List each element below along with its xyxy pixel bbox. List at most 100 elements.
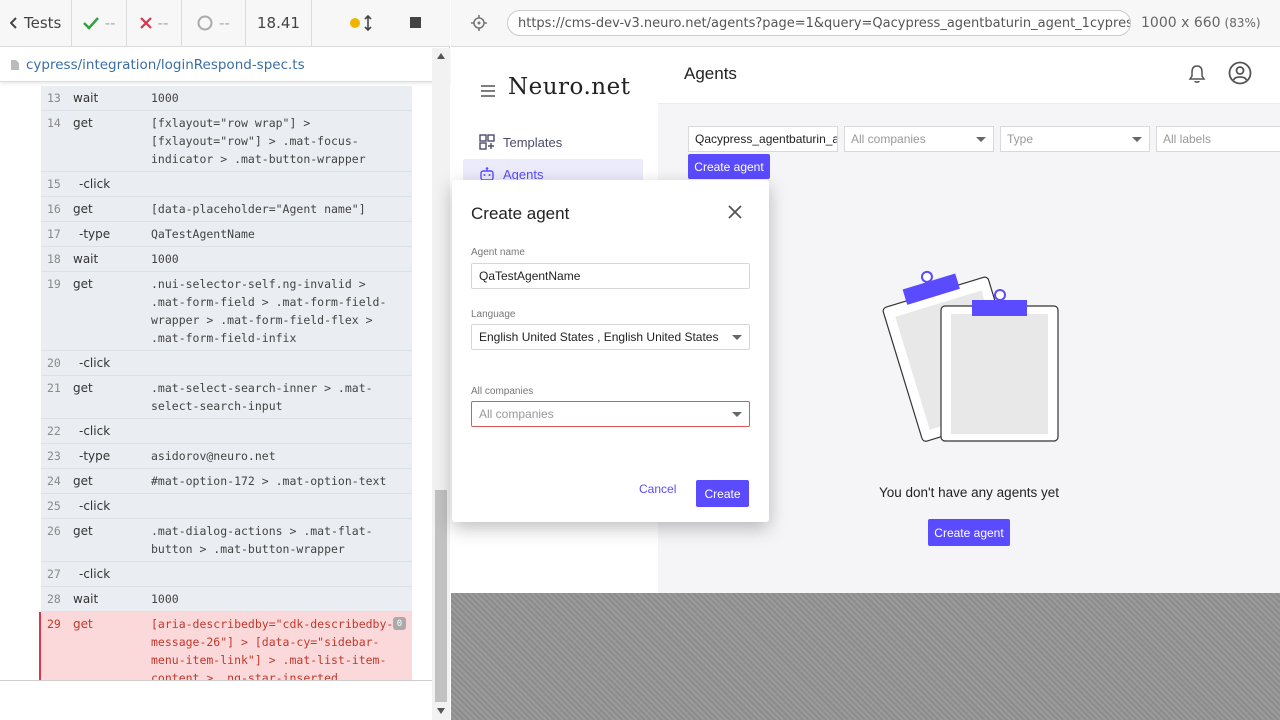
spec-file-path[interactable]: cypress/integration/loginRespond-spec.ts [0,48,450,82]
command-name: get [73,202,93,216]
reporter-header: Tests -- -- -- 18.41 [0,0,450,47]
command-row[interactable]: 26 get .mat-dialog-actions > .mat-flat-but… [41,519,412,562]
language-select[interactable]: English United States , English United S… [471,324,750,350]
command-name: -click [79,177,111,191]
command-row[interactable]: 22 -click [41,419,412,444]
command-number: 13 [47,91,61,105]
chevron-down-icon [732,412,742,417]
command-row[interactable]: 20 -click [41,351,412,376]
command-row[interactable]: 28 wait 1000 [41,587,412,612]
command-name: wait [73,91,99,105]
file-icon [11,59,19,70]
command-message: 1000 [151,252,179,266]
url-bar[interactable]: https://cms-dev-v3.neuro.net/agents?page… [507,10,1131,36]
logo: Neuro.net [508,74,631,100]
command-number: 14 [47,116,61,130]
x-icon [139,17,152,29]
app-topbar: Agents [658,48,1280,104]
command-number: 29 [47,617,61,631]
command-name: get [73,277,93,291]
command-message: #mat-option-172 > .mat-option-text [151,474,387,488]
create-agent-dialog: Create agent Agent name QaTestAgentName … [452,180,769,522]
command-message: 1000 [151,592,179,606]
companies-select[interactable]: All companies [471,401,750,427]
error-count-badge: 0 [393,617,406,630]
command-row[interactable]: 27 -click [41,562,412,587]
close-icon[interactable] [728,205,742,219]
agent-name-input[interactable]: QaTestAgentName [471,263,750,289]
command-message: 1000 [151,91,179,105]
companies-label: All companies [471,386,534,397]
command-name: -click [79,356,111,370]
command-row[interactable]: 21 get .mat-select-search-inner > .mat-sel… [41,376,412,419]
chevron-down-icon [1132,137,1142,142]
chevron-down-icon [732,335,742,340]
labels-select[interactable]: All labels [1156,126,1280,152]
create-agent-button[interactable]: Create agent [688,154,770,179]
scroll-up-icon [437,53,445,59]
command-number: 27 [47,567,61,581]
menu-icon[interactable] [481,85,495,97]
sidebar-item-label: Templates [503,134,563,150]
command-name: get [73,524,93,538]
command-name: -click [79,567,111,581]
reporter-scrollbar[interactable] [432,48,450,720]
command-row[interactable]: 15 -click [41,172,412,197]
labels-select-label: All labels [1163,132,1212,146]
command-message: [aria-describedby="cdk-describedby-messa… [151,617,394,680]
type-select-label: Type [1007,132,1034,146]
command-row[interactable]: 14 get [fxlayout="row wrap"] > [fxlayout="… [41,111,412,172]
companies-select[interactable]: All companies [844,126,994,152]
reporter-controls [312,0,450,47]
type-select[interactable]: Type [1000,126,1150,152]
create-agent-empty-button[interactable]: Create agent [928,519,1010,546]
command-row[interactable]: 25 -click [41,494,412,519]
companies-placeholder: All companies [479,407,554,421]
command-name: -type [79,227,111,241]
clipboard-illustration-icon [882,270,1059,442]
failed-stat: -- [127,0,182,47]
passed-stat: -- [72,0,127,47]
aut-header: https://cms-dev-v3.neuro.net/agents?page… [451,0,1280,47]
command-row[interactable]: 16 get [data-placeholder="Agent name"] [41,197,412,222]
command-list: 13 wait 1000 14 get [fxlayout="row wrap"] > [… [39,86,412,680]
scroll-thumb[interactable] [435,490,447,702]
scroll-down-icon [437,708,445,714]
account-icon[interactable] [1228,61,1252,85]
cancel-button[interactable]: Cancel [639,482,676,496]
command-log: 13 wait 1000 14 get [fxlayout="row wrap"] > [… [0,83,432,680]
command-row[interactable]: 18 wait 1000 [41,247,412,272]
viewport-overflow-area [451,593,1280,720]
stop-button[interactable] [410,14,421,32]
command-row[interactable]: 19 get .nui-selector-self.ng-invalid > .ma… [41,272,412,351]
command-message [151,565,412,583]
command-name: get [73,474,93,488]
selector-playground-button[interactable] [451,15,507,31]
command-row[interactable]: 17 -type QaTestAgentName [41,222,412,247]
failed-count: -- [157,14,169,32]
duration: 18.41 [246,0,312,47]
command-row[interactable]: 13 wait 1000 [41,86,412,111]
command-number: 16 [47,202,61,216]
check-icon [82,17,99,30]
dialog-title: Create agent [471,204,570,223]
auto-scroll-toggle[interactable] [350,15,372,31]
command-message: .mat-select-search-inner > .mat-select-s… [151,381,373,413]
bell-icon[interactable] [1188,64,1206,84]
search-input[interactable]: Qacypress_agentbaturin_a [688,126,838,152]
viewport-info: 1000 x 660 (83%) [1141,15,1261,31]
command-message [151,422,412,440]
command-message: [data-placeholder="Agent name"] [151,202,366,216]
command-row[interactable]: 23 -type asidorov@neuro.net [41,444,412,469]
sidebar-item-templates[interactable]: Templates [463,127,643,157]
tests-button[interactable]: Tests [0,0,72,47]
create-button[interactable]: Create [696,480,749,507]
command-number: 23 [47,449,61,463]
command-number: 18 [47,252,61,266]
command-row-failed[interactable]: 29 get [aria-describedby="cdk-describedby-… [39,612,412,680]
divider [0,680,432,681]
command-message [151,354,412,372]
command-row[interactable]: 24 get #mat-option-172 > .mat-option-text [41,469,412,494]
passed-count: -- [104,14,116,32]
chevron-down-icon [976,137,986,142]
